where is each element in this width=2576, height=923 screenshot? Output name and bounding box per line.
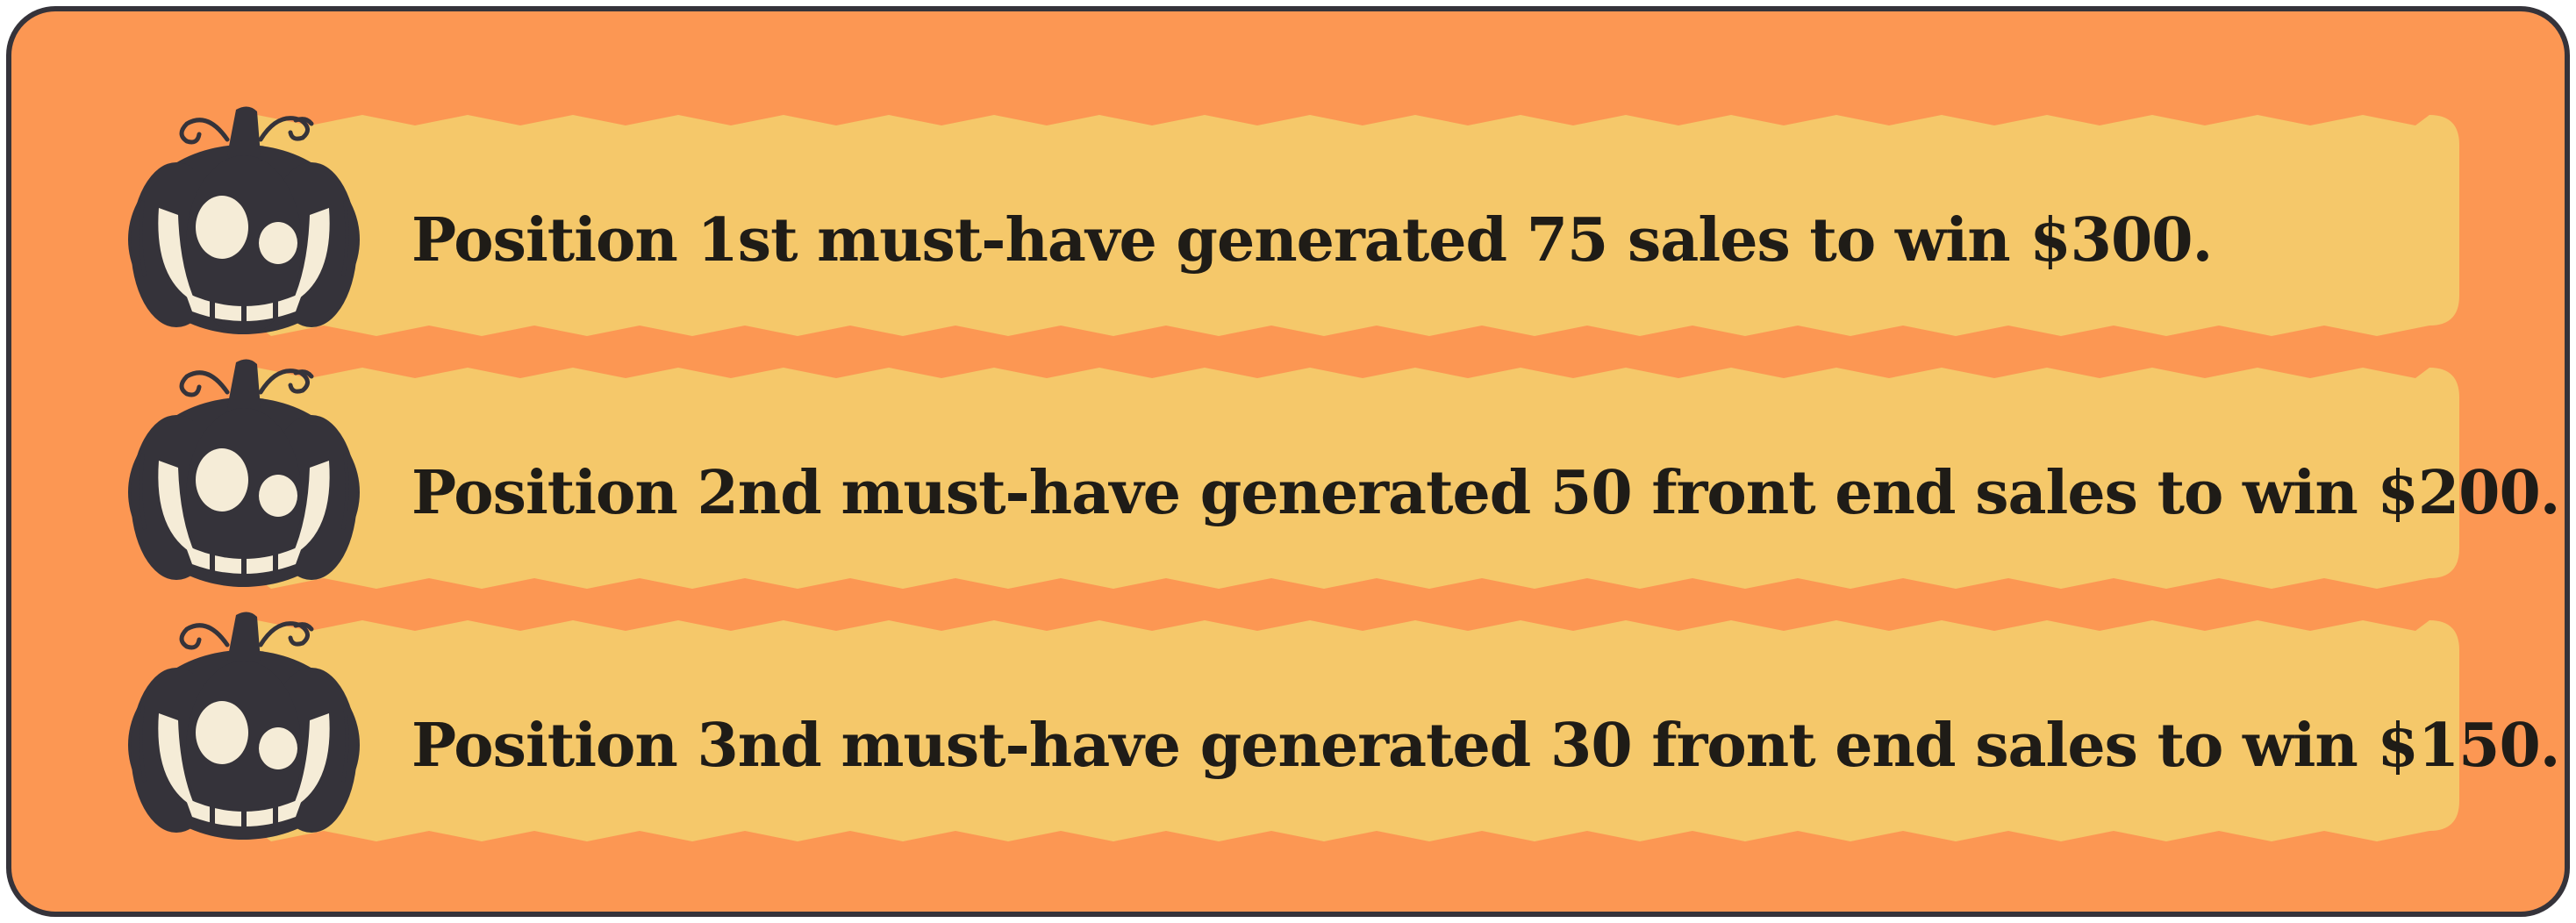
prize-condition-text: Position 2nd must-have generated 50 fron… <box>411 458 2560 528</box>
jack-o-lantern-icon <box>128 359 360 587</box>
prize-row-2: Position 2nd must-have generated 50 fron… <box>11 352 2565 615</box>
prize-row-1: Position 1st must-have generated 75 sale… <box>11 99 2565 362</box>
prize-condition-text: Position 1st must-have generated 75 sale… <box>411 205 2213 275</box>
prize-row-3: Position 3nd must-have generated 30 fron… <box>11 605 2565 868</box>
prize-conditions-panel: Position 1st must-have generated 75 sale… <box>6 6 2570 917</box>
prize-condition-text: Position 3nd must-have generated 30 fron… <box>411 711 2560 781</box>
jack-o-lantern-icon <box>128 106 360 334</box>
jack-o-lantern-icon <box>128 612 360 840</box>
